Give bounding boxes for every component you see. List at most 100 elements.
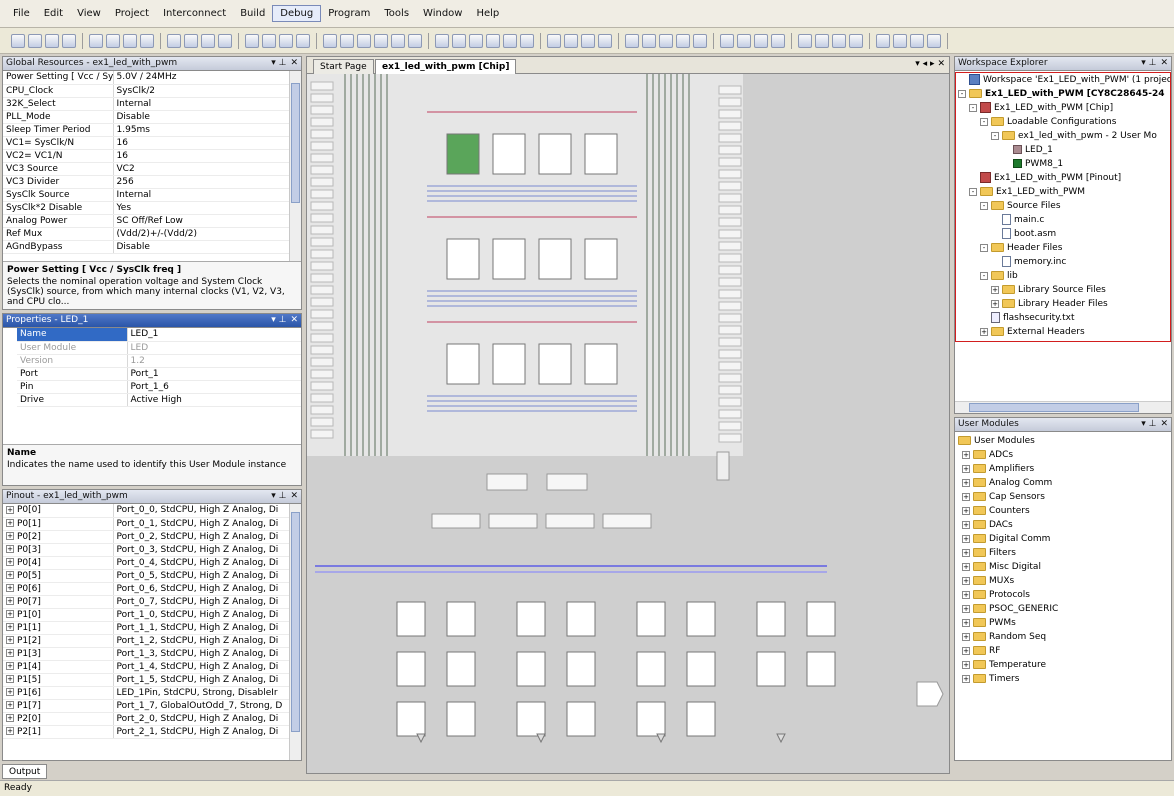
chip-diagram[interactable] xyxy=(307,74,949,773)
property-value[interactable]: Port_1 xyxy=(127,367,301,381)
user-module-category[interactable]: + Filters xyxy=(958,546,1170,560)
toolbar-button-icon[interactable] xyxy=(184,33,198,48)
resource-row[interactable]: VC3 Divider 256 xyxy=(3,175,289,189)
pin-icon[interactable]: ▾ ⊥ xyxy=(271,490,286,503)
global-resources-scrollbar[interactable] xyxy=(289,71,301,261)
resource-value[interactable]: Internal xyxy=(113,188,289,202)
property-row[interactable]: Drive Active High xyxy=(17,393,301,407)
pin-config[interactable]: Port_0_3, StdCPU, High Z Analog, Di xyxy=(113,543,289,557)
user-module-category[interactable]: + Analog Comm xyxy=(958,476,1170,490)
pinout-row[interactable]: + P0[7] Port_0_7, StdCPU, High Z Analog, D… xyxy=(3,595,289,609)
user-module-category[interactable]: + Digital Comm xyxy=(958,532,1170,546)
expand-icon[interactable]: + xyxy=(6,727,14,735)
toolbar-button-icon[interactable] xyxy=(296,33,310,48)
pinout-row[interactable]: + P0[1] Port_0_1, StdCPU, High Z Analog, D… xyxy=(3,517,289,531)
tab-close-icon[interactable]: ✕ xyxy=(937,59,945,69)
output-tab[interactable]: Output xyxy=(2,764,48,779)
expand-icon[interactable]: + xyxy=(6,532,14,540)
resource-row[interactable]: VC2= VC1/N 16 xyxy=(3,149,289,163)
expand-icon[interactable]: + xyxy=(6,558,14,566)
expand-icon[interactable]: + xyxy=(962,464,970,473)
user-module-category[interactable]: + RF xyxy=(958,644,1170,658)
toolbar-button-icon[interactable] xyxy=(391,33,405,48)
pin-config[interactable]: Port_0_7, StdCPU, High Z Analog, Di xyxy=(113,595,289,609)
close-icon[interactable]: ✕ xyxy=(290,490,298,503)
pinout-row[interactable]: + P1[1] Port_1_1, StdCPU, High Z Analog, D… xyxy=(3,621,289,635)
toolbar-button-icon[interactable] xyxy=(771,33,785,48)
user-module-category[interactable]: + Temperature xyxy=(958,658,1170,672)
pinout-row[interactable]: + P0[5] Port_0_5, StdCPU, High Z Analog, D… xyxy=(3,569,289,583)
pinout-row[interactable]: + P1[2] Port_1_2, StdCPU, High Z Analog, D… xyxy=(3,634,289,648)
expand-icon[interactable]: + xyxy=(6,649,14,657)
toolbar-button-icon[interactable] xyxy=(520,33,534,48)
close-icon[interactable]: ✕ xyxy=(290,57,298,70)
expand-icon[interactable]: + xyxy=(962,632,970,641)
toolbar-button-icon[interactable] xyxy=(927,33,941,48)
toolbar-button-icon[interactable] xyxy=(720,33,734,48)
user-module-category[interactable]: + MUXs xyxy=(958,574,1170,588)
toolbar-button-icon[interactable] xyxy=(28,33,42,48)
pinout-row[interactable]: + P2[1] Port_2_1, StdCPU, High Z Analog, D… xyxy=(3,725,289,739)
menu-file[interactable]: File xyxy=(6,6,37,21)
toolbar-button-icon[interactable] xyxy=(754,33,768,48)
pinout-row[interactable]: + P0[0] Port_0_0, StdCPU, High Z Analog, D… xyxy=(3,504,289,518)
toolbar-button-icon[interactable] xyxy=(11,33,25,48)
toolbar-button-icon[interactable] xyxy=(469,33,483,48)
menu-build[interactable]: Build xyxy=(233,6,272,21)
expand-icon[interactable]: + xyxy=(962,520,970,529)
pin-config[interactable]: Port_0_1, StdCPU, High Z Analog, Di xyxy=(113,517,289,531)
expand-icon[interactable]: + xyxy=(962,660,970,669)
resource-value[interactable]: 256 xyxy=(113,175,289,189)
toolbar-button-icon[interactable] xyxy=(815,33,829,48)
pin-config[interactable]: Port_2_0, StdCPU, High Z Analog, Di xyxy=(113,712,289,726)
tab-dropdown-icon[interactable]: ▾ xyxy=(915,59,920,69)
pin-config[interactable]: Port_1_7, GlobalOutOdd_7, Strong, D xyxy=(113,699,289,713)
pin-config[interactable]: Port_2_1, StdCPU, High Z Analog, Di xyxy=(113,725,289,739)
tree-node-root[interactable]: User Modules xyxy=(958,434,1170,448)
property-row[interactable]: User Module LED xyxy=(17,341,301,355)
toolbar-button-icon[interactable] xyxy=(279,33,293,48)
toolbar-button-icon[interactable] xyxy=(598,33,612,48)
toolbar-button-icon[interactable] xyxy=(581,33,595,48)
user-module-category[interactable]: + PWMs xyxy=(958,616,1170,630)
chip-canvas[interactable] xyxy=(307,74,949,773)
toolbar-button-icon[interactable] xyxy=(62,33,76,48)
expand-icon[interactable]: + xyxy=(6,623,14,631)
pin-config[interactable]: LED_1Pin, StdCPU, Strong, DisableIr xyxy=(113,686,289,700)
tab-start-page[interactable]: Start Page xyxy=(313,59,374,74)
toolbar-button-icon[interactable] xyxy=(798,33,812,48)
pin-config[interactable]: Port_1_4, StdCPU, High Z Analog, Di xyxy=(113,660,289,674)
resource-value[interactable]: 1.95ms xyxy=(113,123,289,137)
property-row[interactable]: Port Port_1 xyxy=(17,367,301,381)
menu-project[interactable]: Project xyxy=(108,6,156,21)
expand-icon[interactable]: + xyxy=(6,545,14,553)
tab-scroll-right-icon[interactable]: ▸ xyxy=(930,59,935,69)
menu-view[interactable]: View xyxy=(70,6,108,21)
resource-row[interactable]: 32K_Select Internal xyxy=(3,97,289,111)
expand-icon[interactable]: + xyxy=(962,478,970,487)
resource-row[interactable]: Analog Power SC Off/Ref Low xyxy=(3,214,289,228)
expand-icon[interactable]: + xyxy=(962,674,970,683)
user-module-category[interactable]: + Amplifiers xyxy=(958,462,1170,476)
pinout-row[interactable]: + P1[6] LED_1Pin, StdCPU, Strong, DisableI… xyxy=(3,686,289,700)
toolbar-button-icon[interactable] xyxy=(89,33,103,48)
resource-row[interactable]: Sleep Timer Period 1.95ms xyxy=(3,123,289,137)
pinout-row[interactable]: + P2[0] Port_2_0, StdCPU, High Z Analog, D… xyxy=(3,712,289,726)
expand-icon[interactable]: + xyxy=(962,492,970,501)
toolbar-button-icon[interactable] xyxy=(893,33,907,48)
pinout-row[interactable]: + P1[4] Port_1_4, StdCPU, High Z Analog, D… xyxy=(3,660,289,674)
resource-value[interactable]: SysClk/2 xyxy=(113,84,289,98)
user-module-category[interactable]: + Protocols xyxy=(958,588,1170,602)
pin-config[interactable]: Port_0_0, StdCPU, High Z Analog, Di xyxy=(113,504,289,518)
expand-icon[interactable]: + xyxy=(6,636,14,644)
expand-icon[interactable]: + xyxy=(6,610,14,618)
property-row[interactable]: Version 1.2 xyxy=(17,354,301,368)
toolbar-button-icon[interactable] xyxy=(408,33,422,48)
expand-icon[interactable]: + xyxy=(6,584,14,592)
tab-scroll-left-icon[interactable]: ◂ xyxy=(923,59,928,69)
toolbar-button-icon[interactable] xyxy=(340,33,354,48)
menu-edit[interactable]: Edit xyxy=(37,6,70,21)
expand-icon[interactable]: + xyxy=(962,506,970,515)
toolbar-button-icon[interactable] xyxy=(486,33,500,48)
expand-icon[interactable]: + xyxy=(962,576,970,585)
